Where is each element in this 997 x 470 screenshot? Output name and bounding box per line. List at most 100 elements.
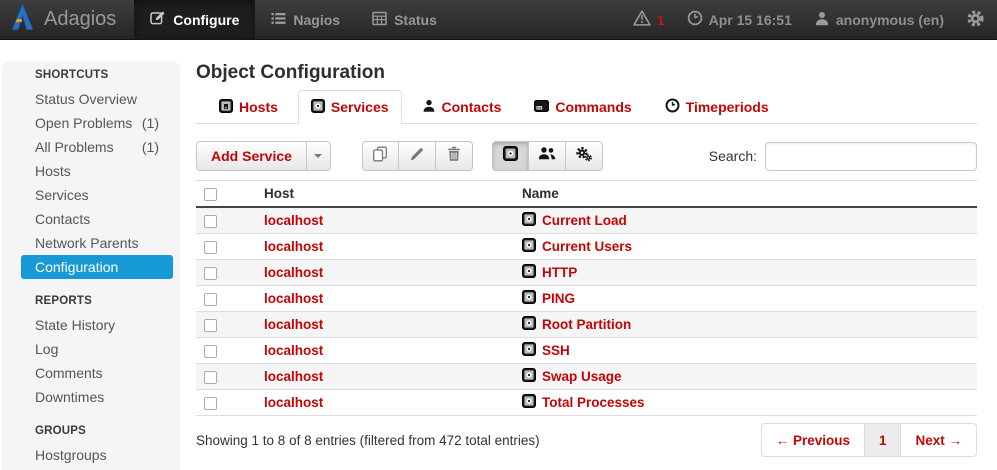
sidebar-item-services[interactable]: Services [21,183,173,207]
monitor-icon [522,238,536,255]
open-problems-count: (1) [142,111,159,135]
row-checkbox[interactable] [204,293,217,306]
sidebar-section-shortcuts: SHORTCUTS Status Overview Open Problems(… [2,63,180,279]
monitor-icon [522,316,536,333]
adagios-logo-icon [10,3,35,36]
row-checkbox[interactable] [204,215,217,228]
sidebar-item-state-history[interactable]: State History [21,313,173,337]
host-icon [219,99,233,116]
nav-item-nagios[interactable]: Nagios [255,0,356,39]
nav-item-status[interactable]: Status [356,0,453,39]
service-link[interactable]: Current Load [542,213,627,228]
tab-hosts[interactable]: Hosts [206,90,291,124]
host-link[interactable]: localhost [264,343,323,358]
sidebar-header-reports: REPORTS [2,289,180,313]
sidebar-item-open-problems[interactable]: Open Problems(1) [21,111,173,135]
edit-button[interactable] [399,141,436,171]
row-checkbox[interactable] [204,319,217,332]
sidebar-section-groups: GROUPS Hostgroups [2,419,180,467]
service-link[interactable]: PING [542,291,575,306]
table-footer: Showing 1 to 8 of 8 entries (filtered fr… [196,423,977,457]
pencil-icon [409,146,425,167]
column-header-name[interactable]: Name [514,181,977,208]
user-menu[interactable]: anonymous (en) [814,11,944,29]
person-icon [422,99,436,116]
copy-button[interactable] [362,141,399,171]
page-number-button[interactable]: 1 [864,424,901,456]
sidebar-header-groups: GROUPS [2,419,180,443]
sidebar-item-network-parents[interactable]: Network Parents [21,231,173,255]
column-header-host[interactable]: Host [256,181,514,208]
edit-actions-group [362,141,473,171]
warning-icon [633,10,651,29]
sidebar-item-hostgroups[interactable]: Hostgroups [21,443,173,467]
clock-icon [687,10,703,29]
select-all-checkbox[interactable] [204,188,217,201]
service-link[interactable]: SSH [542,343,570,358]
tab-services[interactable]: Services [298,90,402,124]
table-row: localhost Swap Usage [196,364,977,390]
brand-name: Adagios [44,8,116,31]
nav-item-configure[interactable]: Configure [134,0,255,39]
host-link[interactable]: localhost [264,265,323,280]
navbar-status-area: 1 Apr 15 16:51 anonymous (en) [611,0,997,39]
row-checkbox[interactable] [204,345,217,358]
host-link[interactable]: localhost [264,317,323,332]
service-link[interactable]: Root Partition [542,317,631,332]
host-link[interactable]: localhost [264,369,323,384]
people-icon [538,146,556,166]
username-label: anonymous (en) [836,12,944,28]
previous-page-button[interactable]: ← Previous [762,424,864,456]
view-services-toggle[interactable] [492,141,529,171]
sidebar-item-downtimes[interactable]: Downtimes [21,385,173,409]
monitor-icon [522,342,536,359]
sidebar-item-log[interactable]: Log [21,337,173,361]
row-checkbox[interactable] [204,397,217,410]
tab-contacts[interactable]: Contacts [409,90,515,124]
sidebar-item-contacts[interactable]: Contacts [21,207,173,231]
navbar-menu: Configure Nagios Status [134,0,453,39]
sidebar-item-hosts[interactable]: Hosts [21,159,173,183]
view-contacts-toggle[interactable] [529,141,566,171]
sidebar-header-shortcuts: SHORTCUTS [2,63,180,87]
search-input[interactable] [765,142,977,171]
add-service-group: Add Service [196,141,331,171]
host-link[interactable]: localhost [264,291,323,306]
datetime-label: Apr 15 16:51 [709,12,792,28]
table-row: localhost Current Users [196,234,977,260]
monitor-icon [522,264,536,281]
table-icon [372,11,387,29]
row-checkbox[interactable] [204,267,217,280]
monitor-icon [522,212,536,229]
row-checkbox[interactable] [204,371,217,384]
alerts-indicator[interactable]: 1 [633,10,665,29]
row-checkbox[interactable] [204,241,217,254]
caret-down-icon [314,154,322,158]
tab-commands[interactable]: Commands [521,90,644,124]
tab-timeperiods[interactable]: Timeperiods [652,90,782,124]
sidebar-item-configuration[interactable]: Configuration [21,255,173,279]
next-page-button[interactable]: Next → [900,424,976,456]
sidebar-item-status-overview[interactable]: Status Overview [21,87,173,111]
service-link[interactable]: Total Processes [542,395,645,410]
sidebar-item-comments[interactable]: Comments [21,361,173,385]
monitor-icon [311,99,325,116]
add-service-button[interactable]: Add Service [196,141,307,171]
table-row: localhost SSH [196,338,977,364]
service-link[interactable]: Current Users [542,239,632,254]
host-link[interactable]: localhost [264,239,323,254]
search-area: Search: [709,142,977,171]
delete-button[interactable] [436,141,473,171]
trash-icon [446,146,462,167]
terminal-icon [534,99,549,116]
host-link[interactable]: localhost [264,395,323,410]
view-settings-toggle[interactable] [566,141,603,171]
service-link[interactable]: Swap Usage [542,369,622,384]
brand[interactable]: Adagios [0,0,134,39]
host-link[interactable]: localhost [264,213,323,228]
service-link[interactable]: HTTP [542,265,577,280]
settings-menu[interactable] [966,9,985,31]
add-service-dropdown-button[interactable] [307,141,331,171]
sidebar-item-all-problems[interactable]: All Problems(1) [21,135,173,159]
user-icon [814,11,830,29]
